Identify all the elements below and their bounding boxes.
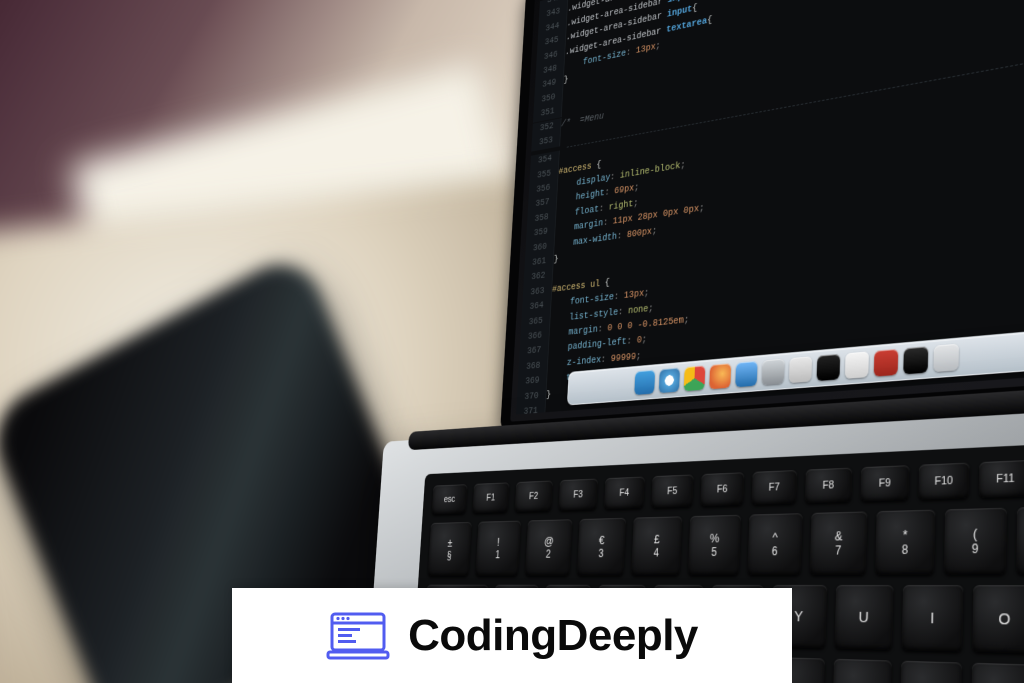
app-icon-4[interactable] <box>844 351 868 378</box>
key[interactable]: O <box>972 585 1024 653</box>
app-icon-3[interactable] <box>816 354 840 381</box>
key[interactable]: %5 <box>688 515 741 576</box>
key[interactable]: (9 <box>944 508 1007 575</box>
key[interactable]: F1 <box>472 482 509 513</box>
key[interactable]: L <box>971 663 1024 683</box>
firefox-icon[interactable] <box>709 363 731 389</box>
key[interactable]: F9 <box>860 465 909 501</box>
key[interactable]: J <box>832 659 892 683</box>
key[interactable]: K <box>900 661 962 683</box>
key[interactable]: ^6 <box>747 513 802 575</box>
app-icon-5[interactable] <box>933 344 959 372</box>
key[interactable]: F2 <box>515 481 553 512</box>
key[interactable]: U <box>834 585 893 650</box>
logo-icon <box>326 608 390 664</box>
key[interactable]: F11 <box>979 460 1024 498</box>
key[interactable]: F7 <box>752 470 798 505</box>
key[interactable]: @2 <box>525 519 572 576</box>
key[interactable]: ±§ <box>428 522 472 576</box>
key[interactable]: !1 <box>475 521 521 576</box>
terminal-icon[interactable] <box>903 346 928 374</box>
key[interactable]: F8 <box>805 468 852 504</box>
key[interactable]: €3 <box>577 518 626 576</box>
key[interactable]: esc <box>432 484 468 514</box>
logo-text: CodingDeeply <box>408 611 698 661</box>
photo-scene: 342.widget-area-sidebar input{343.widget… <box>0 0 1024 683</box>
app-icon-2[interactable] <box>788 356 811 383</box>
keyboard-row: ±§!1@2€3£4%5^6&7*8(9)0_-+= <box>428 505 1024 576</box>
logo-overlay: CodingDeeply <box>232 588 792 683</box>
app-icon-1[interactable] <box>761 359 784 386</box>
key[interactable]: *8 <box>875 510 935 575</box>
mail-icon[interactable] <box>735 361 757 387</box>
key[interactable]: F6 <box>700 472 744 506</box>
laptop-screen: 342.widget-area-sidebar input{343.widget… <box>516 0 1024 414</box>
laptop-screen-bezel: 342.widget-area-sidebar input{343.widget… <box>500 0 1024 434</box>
key[interactable]: )0 <box>1016 506 1024 575</box>
keyboard-row: escF1F2F3F4F5F6F7F8F9F10F11F12 <box>432 456 1024 514</box>
key[interactable]: I <box>902 585 964 652</box>
key[interactable]: F4 <box>604 477 645 510</box>
key[interactable]: F3 <box>558 479 598 511</box>
chrome-icon[interactable] <box>683 365 705 391</box>
filezilla-icon[interactable] <box>873 349 898 377</box>
safari-icon[interactable] <box>658 368 679 393</box>
key[interactable]: £4 <box>631 516 682 575</box>
key[interactable]: F10 <box>918 463 969 500</box>
finder-icon[interactable] <box>634 370 655 395</box>
key[interactable]: &7 <box>810 511 868 575</box>
key[interactable]: F5 <box>651 474 693 507</box>
